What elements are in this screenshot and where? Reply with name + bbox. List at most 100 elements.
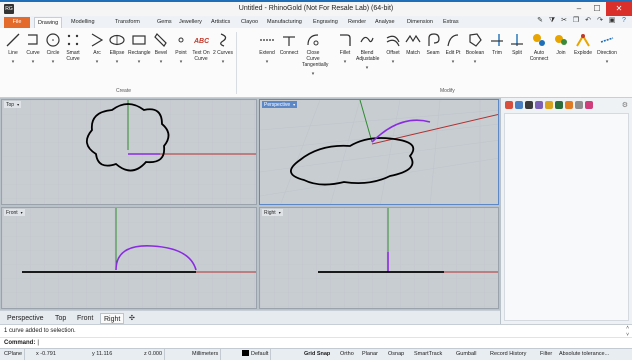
chevron-down-icon[interactable]: ▾: [334, 59, 356, 65]
chevron-down-icon[interactable]: ▾: [442, 59, 464, 65]
two-curves-button[interactable]: 2 Curves ▾: [212, 32, 234, 65]
tab-perspective[interactable]: Perspective: [4, 313, 47, 324]
viewport-label-front[interactable]: Front ▾: [4, 209, 25, 216]
viewport-right[interactable]: Right ▾: [259, 207, 499, 309]
tab-render[interactable]: Render: [345, 17, 369, 28]
layer-indicator[interactable]: Default: [240, 349, 272, 360]
trim-button[interactable]: Trim: [486, 32, 508, 56]
tab-front[interactable]: Front: [74, 313, 96, 324]
maximize-button[interactable]: ☐: [588, 2, 606, 16]
close-button[interactable]: ✕: [606, 2, 632, 16]
units-indicator[interactable]: Millimeters: [190, 349, 222, 360]
save-icon[interactable]: ▣: [608, 17, 616, 25]
viewport-label-right[interactable]: Right ▾: [262, 209, 283, 216]
tab-transform[interactable]: Transform: [112, 17, 143, 28]
circle-button[interactable]: Circle ▾: [42, 32, 64, 65]
chevron-down-icon[interactable]: ▾: [86, 59, 108, 65]
minimize-button[interactable]: –: [570, 2, 588, 16]
chevron-down-icon[interactable]: ▾: [382, 59, 404, 65]
chevron-down-icon[interactable]: ▾: [293, 102, 295, 107]
explode-button[interactable]: Explode: [572, 32, 594, 56]
viewport-front[interactable]: Front ▾: [1, 207, 257, 309]
join-button[interactable]: Join: [550, 32, 572, 56]
toggle-grid-snap[interactable]: Grid Snap: [302, 349, 332, 360]
command-line[interactable]: Command: |: [0, 337, 632, 348]
extend-button[interactable]: Extend ▾: [256, 32, 278, 65]
toggle-planar[interactable]: Planar: [360, 349, 380, 360]
properties-icon[interactable]: [505, 101, 513, 109]
tab-manufacturing[interactable]: Manufacturing: [264, 17, 305, 28]
toggle-ortho[interactable]: Ortho: [338, 349, 356, 360]
chevron-down-icon[interactable]: ▾: [256, 59, 278, 65]
materials-icon[interactable]: [545, 101, 553, 109]
display-icon[interactable]: [525, 101, 533, 109]
ellipse-button[interactable]: Ellipse ▾: [106, 32, 128, 65]
chevron-down-icon[interactable]: ▾: [42, 59, 64, 65]
viewport-perspective[interactable]: Perspective ▾: [259, 99, 499, 205]
edit-point-button[interactable]: Edit Pt ▾: [442, 32, 464, 65]
tab-extras[interactable]: Extras: [440, 17, 462, 28]
arc-button[interactable]: Arc ▾: [86, 32, 108, 65]
undo-icon[interactable]: ↶: [584, 17, 592, 25]
render-icon[interactable]: [555, 101, 563, 109]
tab-gems[interactable]: Gems: [154, 17, 175, 28]
chevron-down-icon[interactable]: ▾: [279, 210, 281, 215]
command-input[interactable]: |: [37, 340, 39, 346]
toggle-record-history[interactable]: Record History: [488, 349, 528, 360]
chevron-down-icon[interactable]: ▾: [106, 59, 128, 65]
viewport-label-top[interactable]: Top ▾: [4, 101, 22, 108]
tab-engraving[interactable]: Engraving: [310, 17, 341, 28]
bevel-button[interactable]: Bevel ▾: [150, 32, 172, 65]
toggle-filter[interactable]: Filter: [538, 349, 554, 360]
tab-dimension[interactable]: Dimension: [404, 17, 436, 28]
brush-icon[interactable]: ✎: [536, 17, 544, 25]
chevron-down-icon[interactable]: ▾: [212, 59, 234, 65]
tab-modelling[interactable]: Modelling: [68, 17, 98, 28]
add-viewport-icon[interactable]: ✣: [126, 313, 138, 324]
chevron-down-icon[interactable]: ▾: [128, 59, 150, 65]
blend-button[interactable]: Blend Adjustable ▾: [356, 32, 379, 71]
toggle-gumball[interactable]: Gumball: [454, 349, 478, 360]
tab-right[interactable]: Right: [100, 313, 125, 324]
auto-connect-button[interactable]: Auto Connect: [528, 32, 550, 62]
match-button[interactable]: Match: [402, 32, 424, 56]
help-panel-icon[interactable]: [535, 101, 543, 109]
text-on-curve-button[interactable]: ABC Text On Curve: [190, 32, 212, 62]
filter-icon[interactable]: ⧩: [548, 17, 556, 25]
cut-icon[interactable]: ✂: [560, 17, 568, 25]
chevron-down-icon[interactable]: ▾: [17, 102, 19, 107]
redo-icon[interactable]: ↷: [596, 17, 604, 25]
layers-icon[interactable]: [515, 101, 523, 109]
toggle-smarttrack[interactable]: SmartTrack: [412, 349, 444, 360]
copy-icon[interactable]: ❐: [572, 17, 580, 25]
chevron-down-icon[interactable]: ▾: [22, 59, 44, 65]
chevron-down-icon[interactable]: ▾: [21, 210, 23, 215]
chevron-down-icon[interactable]: ▾: [464, 59, 486, 65]
direction-button[interactable]: Direction ▾: [596, 32, 618, 65]
fillet-button[interactable]: Fillet ▾: [334, 32, 356, 65]
cplane-indicator[interactable]: CPlane: [2, 349, 26, 360]
tab-file[interactable]: File: [4, 17, 30, 28]
split-button[interactable]: Split: [506, 32, 528, 56]
chevron-down-icon[interactable]: ▾: [356, 65, 378, 71]
light-icon[interactable]: [565, 101, 573, 109]
tab-artistics[interactable]: Artistics: [208, 17, 233, 28]
help-icon[interactable]: ?: [620, 17, 628, 25]
viewport-top[interactable]: Top ▾: [1, 99, 257, 205]
chevron-down-icon[interactable]: ▾: [150, 59, 172, 65]
line-button[interactable]: Line ▾: [2, 32, 24, 65]
rectangle-button[interactable]: Rectangle ▾: [128, 32, 151, 65]
connect-button[interactable]: Connect: [278, 32, 300, 56]
extra-panel-icon[interactable]: [585, 101, 593, 109]
viewport-label-perspective[interactable]: Perspective ▾: [262, 101, 298, 108]
chevron-down-icon[interactable]: ▾: [170, 59, 192, 65]
point-button[interactable]: Point ▾: [170, 32, 192, 65]
notes-icon[interactable]: [575, 101, 583, 109]
curve-button[interactable]: Curve ▾: [22, 32, 44, 65]
close-curve-button[interactable]: Close Curve Tangentially ▾: [302, 32, 328, 77]
tolerance-indicator[interactable]: Absolute tolerance...: [557, 349, 611, 360]
tab-drawing[interactable]: Drawing: [34, 17, 63, 28]
tab-jewellery[interactable]: Jewellery: [176, 17, 205, 28]
chevron-down-icon[interactable]: ▾: [2, 59, 24, 65]
smart-curve-button[interactable]: Smart Curve: [62, 32, 84, 62]
